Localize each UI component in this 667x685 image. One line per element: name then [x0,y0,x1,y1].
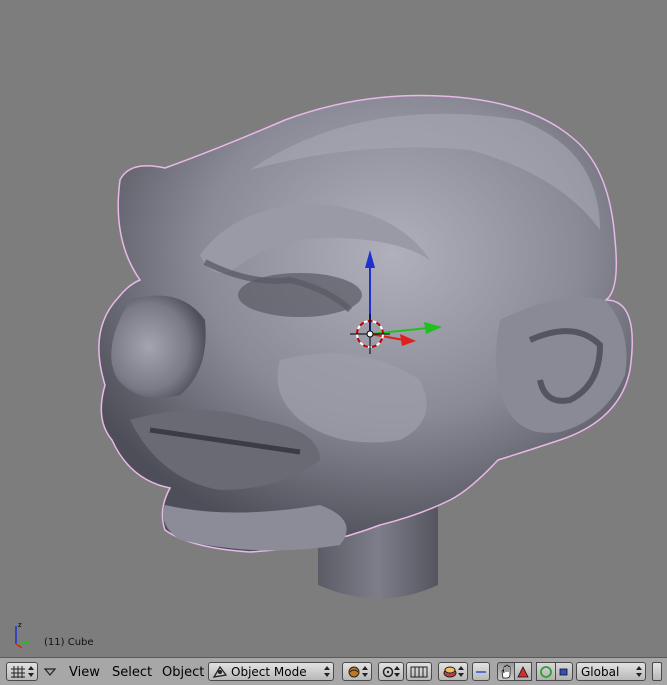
scale-icon [559,668,568,676]
view-axis-indicator: z [15,621,31,649]
svg-text:z: z [18,621,22,629]
pivot-icon [382,666,394,677]
mode-select[interactable]: Object Mode [208,662,334,681]
editor-type-select[interactable] [6,662,38,681]
layer-icon [443,666,457,677]
pivot-select[interactable] [378,662,404,681]
menu-object[interactable]: Object [162,665,204,680]
menu-select[interactable]: Select [112,665,152,680]
snap-toggle[interactable] [406,662,432,681]
menu-view[interactable]: View [69,665,100,680]
object-mode-icon [212,665,228,678]
scene-canvas[interactable] [0,0,667,657]
magnet-icon [410,666,428,677]
view-toggle-button[interactable] [472,662,490,681]
scale-manipulator[interactable] [555,662,573,681]
header-scroll-handle[interactable] [652,662,662,681]
manipulator-toggle[interactable] [497,662,515,681]
active-object-label: (11) Cube [44,637,94,648]
mode-select-value: Object Mode [231,664,307,679]
3d-viewport[interactable]: z (11) Cube [0,0,667,657]
hand-icon [501,664,511,679]
orientation-select[interactable]: Global [576,662,646,681]
rotate-manipulator[interactable] [536,662,556,681]
draw-type-select[interactable] [342,662,372,681]
grid-icon [11,665,25,678]
translate-icon [517,666,529,678]
orientation-select-value: Global [581,664,620,679]
layer-select[interactable] [438,662,468,681]
line-icon [476,670,486,673]
translate-manipulator[interactable] [514,662,532,681]
viewport-header: View Select Object Object Mode Global [0,657,667,685]
mesh-head[interactable] [98,94,633,553]
rotate-icon [540,666,552,678]
draw-type-icon [348,666,360,677]
triangle-down-icon[interactable] [44,667,56,677]
